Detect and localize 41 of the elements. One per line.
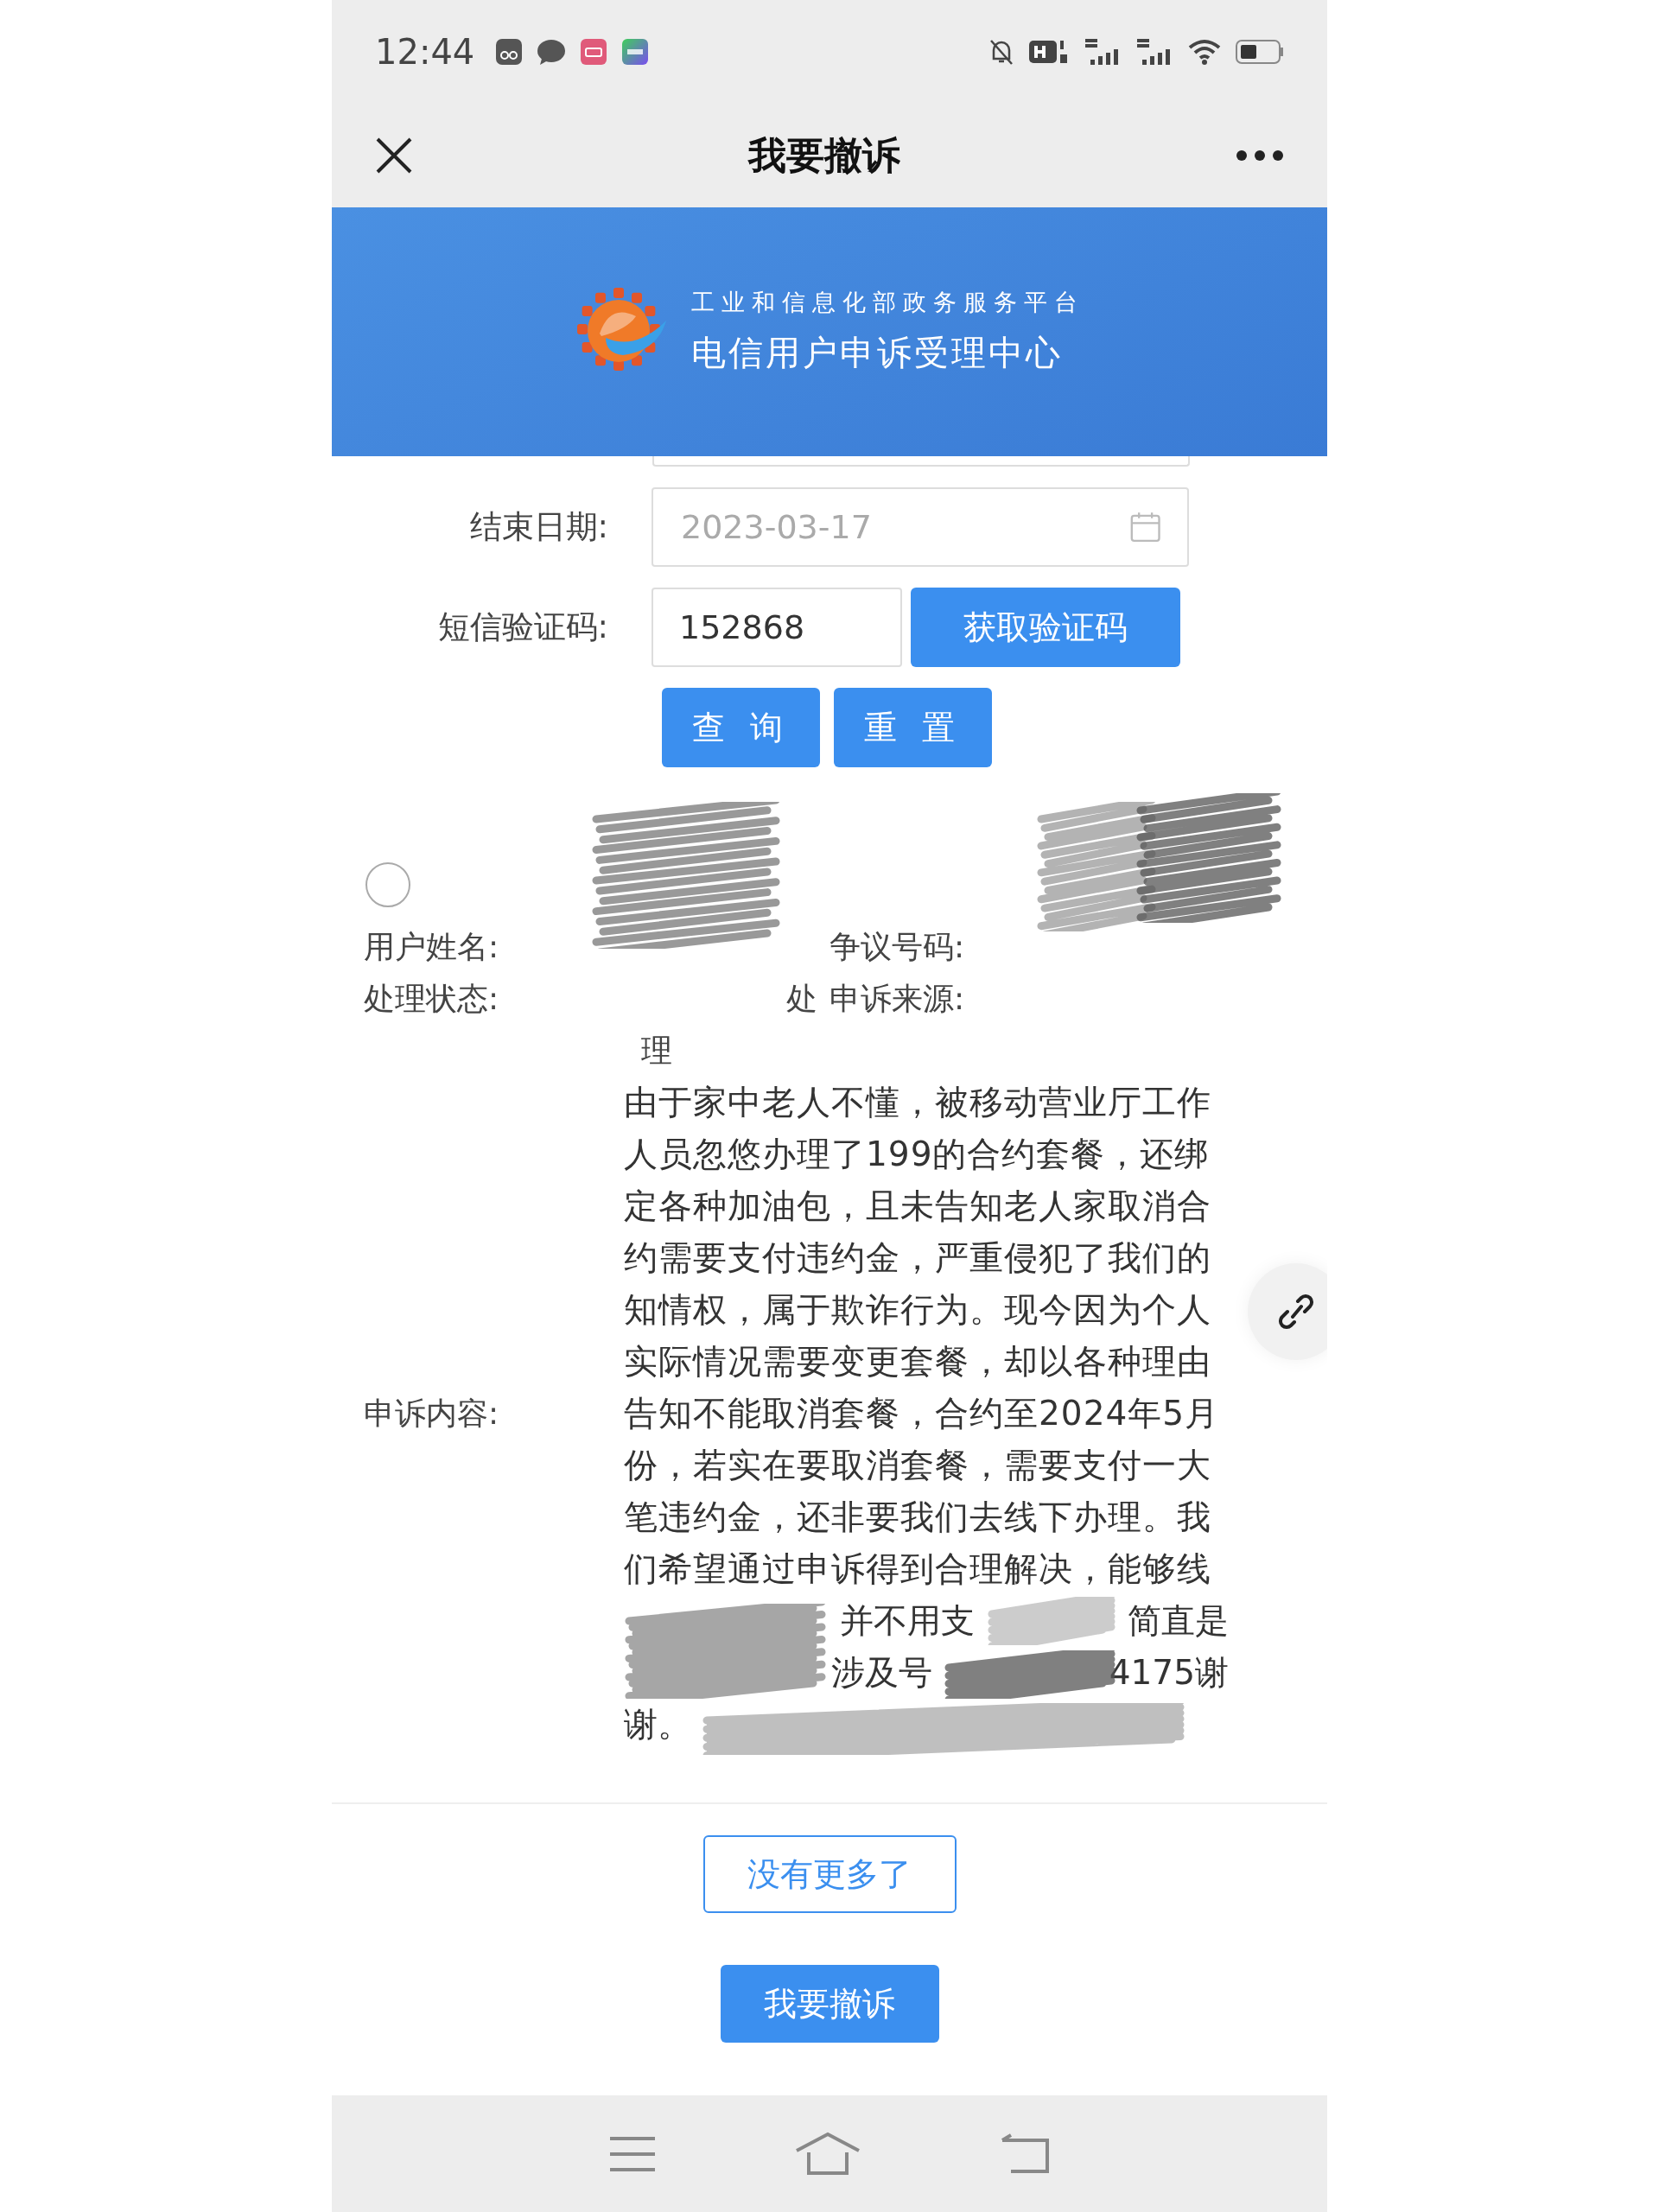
date-field[interactable]: 2023-03-17 [652, 487, 1189, 567]
menu-icon[interactable] [608, 2134, 657, 2173]
date-input[interactable]: 2023-03-17 [679, 501, 1129, 553]
battery-icon [1236, 39, 1284, 65]
complaint-text: 涉及号 [831, 1652, 932, 1694]
banner-title: 电信用户申诉受理中心 [690, 332, 1064, 375]
complaint-text: 谢。 [624, 1704, 691, 1745]
page-title: 我要撤诉 [748, 132, 900, 179]
complaint-text: 简直是 [1128, 1600, 1229, 1642]
app-notification-icon [495, 38, 524, 66]
wifi-icon [1187, 38, 1222, 66]
field-label: 处理状态: [364, 980, 500, 1018]
code-input-field[interactable]: 152868 [652, 588, 902, 667]
muted-bell-icon [988, 38, 1014, 66]
field-label: 申诉内容: [364, 1395, 500, 1433]
banner-subtitle: 工业和信息化部政务服务平台 [690, 287, 1084, 317]
radio-button[interactable] [365, 862, 410, 907]
calendar-icon [1128, 510, 1161, 544]
get-code-button[interactable]: 获取验证码 [911, 588, 1180, 667]
status-value: 处 [785, 980, 818, 1018]
reset-button[interactable]: 重 置 [834, 688, 992, 767]
chat-bubble-icon [537, 38, 567, 66]
back-icon[interactable] [999, 2133, 1051, 2175]
more-icon[interactable] [1236, 149, 1284, 162]
app-notification-icon [621, 38, 650, 66]
app-notification-icon [580, 38, 608, 66]
withdraw-button[interactable]: 我要撤诉 [720, 1965, 939, 2043]
close-icon[interactable] [375, 137, 413, 175]
field-label: 申诉来源: [830, 980, 966, 1018]
field-label: 用户姓名: [364, 928, 500, 966]
field-label: 短信验证码: [436, 607, 608, 648]
complaint-text: 并不用支 [840, 1600, 975, 1642]
field-label: 争议号码: [830, 928, 966, 966]
home-icon[interactable] [795, 2131, 861, 2177]
status-value: 理 [640, 1032, 673, 1070]
complaint-text: 由于家中老人不懂，被移动营业厅工作人员忽悠办理了199的合约套餐，还绑定各种加油包，且未告知老人家取消合约需要支付违约金，严重侵犯了我们的知情权，属于欺诈行为。现今因为个人实际情况需要变更套餐，却以各种理由告知不能取消套餐，合约至2024年5月份，若实在要取消套餐，需要支付一大笔违约金，还非要我们去线下办理。我们希望通过申诉得到合理解决，能够线 [624, 1082, 1221, 1590]
field-label: 结束日期: [468, 507, 608, 548]
query-button[interactable]: 查 询 [662, 688, 820, 767]
clock: 12:44 [375, 31, 475, 73]
no-more-button[interactable]: 没有更多了 [702, 1835, 957, 1913]
input-field[interactable] [652, 456, 1190, 467]
